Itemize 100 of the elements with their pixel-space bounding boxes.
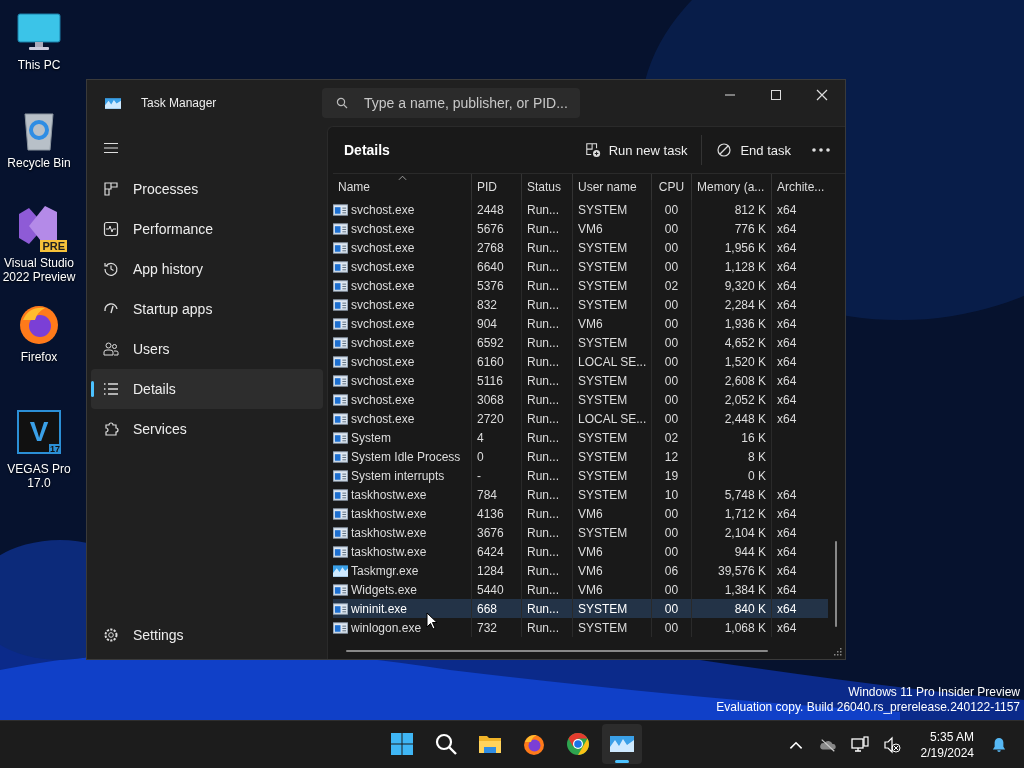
column-header[interactable]: User name bbox=[573, 174, 652, 200]
table-cell: 00 bbox=[664, 316, 679, 331]
table-cell: Run... bbox=[527, 563, 559, 578]
table-row[interactable]: svchost.exe 3068 Run... SYSTEM 00 2,052 K x64 bbox=[333, 390, 828, 409]
table-cell: 1,128 K bbox=[724, 259, 766, 274]
preview-badge: PRE bbox=[40, 240, 67, 252]
evaluation-notice: Windows 11 Pro Insider Preview bbox=[848, 685, 1020, 700]
table-cell: x64 bbox=[777, 392, 797, 407]
muted-speaker-icon[interactable] bbox=[882, 735, 901, 754]
table-row[interactable]: svchost.exe 5676 Run... VM6 00 776 K x64 bbox=[333, 219, 828, 238]
table-cell: 812 K bbox=[734, 202, 766, 217]
column-header[interactable]: Name bbox=[333, 174, 472, 200]
table-cell: taskhostw.exe bbox=[351, 506, 427, 521]
table-cell: SYSTEM bbox=[578, 430, 628, 445]
settings-item[interactable]: Settings bbox=[91, 615, 323, 655]
end-task-button[interactable]: End task bbox=[708, 136, 799, 164]
table-cell: Run... bbox=[527, 601, 559, 616]
nav-item[interactable]: Users bbox=[91, 329, 323, 369]
table-cell: 840 K bbox=[734, 601, 766, 616]
table-cell: x64 bbox=[777, 335, 797, 350]
column-header[interactable]: Memory (a... bbox=[692, 174, 772, 200]
desktop-icon-label[interactable]: Visual Studio 2022 Preview bbox=[1, 256, 77, 284]
table-cell: 00 bbox=[664, 202, 679, 217]
table-cell: wininit.exe bbox=[351, 601, 408, 616]
table-cell: 9,320 K bbox=[724, 278, 766, 293]
table-cell: svchost.exe bbox=[351, 202, 415, 217]
table-row[interactable]: svchost.exe 2768 Run... SYSTEM 00 1,956 K x64 bbox=[333, 238, 828, 257]
taskbar-button[interactable] bbox=[602, 724, 642, 764]
desktop-icon-label[interactable]: This PC bbox=[1, 58, 77, 72]
clock-date[interactable]: 2/19/2024 bbox=[920, 744, 974, 761]
table-cell: 5116 bbox=[477, 373, 503, 388]
nav-item[interactable]: Details bbox=[91, 369, 323, 409]
table-row[interactable]: System Idle Process 0 Run... SYSTEM 12 8 K bbox=[333, 447, 828, 466]
column-header[interactable]: Status bbox=[522, 174, 573, 200]
table-row[interactable]: svchost.exe 2720 Run... LOCAL SE... 00 2,448 K x64 bbox=[333, 409, 828, 428]
table-row[interactable]: svchost.exe 5376 Run... SYSTEM 02 9,320 K x64 bbox=[333, 276, 828, 295]
table-cell: svchost.exe bbox=[351, 316, 415, 331]
horizontal-scrollbar-thumb[interactable] bbox=[346, 650, 768, 652]
run-new-task-button[interactable]: Run new task bbox=[576, 136, 696, 164]
table-cell: 00 bbox=[664, 221, 679, 236]
nav-item[interactable]: App history bbox=[91, 249, 323, 289]
table-cell: SYSTEM bbox=[578, 601, 628, 616]
window-icon bbox=[333, 241, 348, 254]
search-icon bbox=[434, 732, 458, 756]
clock-time[interactable]: 5:35 AM bbox=[929, 728, 974, 745]
table-row[interactable]: taskhostw.exe 784 Run... SYSTEM 10 5,748 K x64 bbox=[333, 485, 828, 504]
network-icon[interactable] bbox=[850, 735, 869, 754]
menu-icon[interactable] bbox=[103, 142, 119, 154]
table-cell: Taskmgr.exe bbox=[351, 563, 419, 578]
mouse-cursor-icon bbox=[426, 612, 438, 630]
table-row[interactable]: System interrupts - Run... SYSTEM 19 0 K bbox=[333, 466, 828, 485]
table-row[interactable]: svchost.exe 904 Run... VM6 00 1,936 K x64 bbox=[333, 314, 828, 333]
table-row[interactable]: svchost.exe 6592 Run... SYSTEM 00 4,652 K x64 bbox=[333, 333, 828, 352]
table-row[interactable]: wininit.exe 668 Run... SYSTEM 00 840 K x64 bbox=[333, 599, 828, 618]
search-field[interactable]: Type a name, publisher, or PID... bbox=[322, 88, 580, 118]
table-cell: VM6 bbox=[578, 506, 603, 521]
table-cell: svchost.exe bbox=[351, 411, 415, 426]
table-row[interactable]: svchost.exe 2448 Run... SYSTEM 00 812 K x64 bbox=[333, 200, 828, 219]
table-row[interactable]: taskhostw.exe 4136 Run... VM6 00 1,712 K x64 bbox=[333, 504, 828, 523]
pulse-icon bbox=[103, 221, 119, 237]
resize-grip-icon[interactable] bbox=[833, 647, 843, 657]
nav-item[interactable]: Performance bbox=[91, 209, 323, 249]
table-cell: 2,608 K bbox=[724, 373, 766, 388]
table-cell: 00 bbox=[664, 601, 679, 616]
window-icon bbox=[333, 412, 348, 425]
table-row[interactable]: svchost.exe 6640 Run... SYSTEM 00 1,128 K x64 bbox=[333, 257, 828, 276]
window-icon bbox=[333, 317, 348, 330]
column-header[interactable]: Archite... bbox=[772, 174, 828, 200]
vegas-logo[interactable]: V 17 bbox=[17, 410, 61, 454]
table-cell: svchost.exe bbox=[351, 392, 415, 407]
table-cell: 4 bbox=[477, 430, 484, 445]
table-cell: 2,052 K bbox=[724, 392, 766, 407]
table-row[interactable]: svchost.exe 832 Run... SYSTEM 00 2,284 K x64 bbox=[333, 295, 828, 314]
nav-item[interactable]: Startup apps bbox=[91, 289, 323, 329]
table-row[interactable]: taskhostw.exe 6424 Run... VM6 00 944 K x64 bbox=[333, 542, 828, 561]
table-cell: Run... bbox=[527, 335, 559, 350]
table-cell: 00 bbox=[664, 373, 679, 388]
table-row[interactable]: System 4 Run... SYSTEM 02 16 K bbox=[333, 428, 828, 447]
nav-item[interactable]: Processes bbox=[91, 169, 323, 209]
desktop-icon-label[interactable]: Recycle Bin bbox=[1, 156, 77, 170]
column-header[interactable]: PID bbox=[472, 174, 522, 200]
table-cell: taskhostw.exe bbox=[351, 544, 427, 559]
table-cell: 10 bbox=[664, 487, 679, 502]
bell-icon[interactable] bbox=[992, 736, 1006, 753]
desktop-icon-label[interactable]: VEGAS Pro 17.0 bbox=[1, 462, 77, 490]
table-cell: 6424 bbox=[477, 544, 504, 559]
table-cell: 3068 bbox=[477, 392, 504, 407]
desktop-icon-label[interactable]: Firefox bbox=[1, 350, 77, 364]
table-cell: 00 bbox=[664, 544, 679, 559]
table-row[interactable]: svchost.exe 6160 Run... LOCAL SE... 00 1,520 K x64 bbox=[333, 352, 828, 371]
nav-item[interactable]: Services bbox=[91, 409, 323, 449]
table-row[interactable]: Taskmgr.exe 1284 Run... VM6 06 39,576 K x64 bbox=[333, 561, 828, 580]
table-row[interactable]: taskhostw.exe 3676 Run... SYSTEM 00 2,104 K x64 bbox=[333, 523, 828, 542]
table-row[interactable]: svchost.exe 5116 Run... SYSTEM 00 2,608 K x64 bbox=[333, 371, 828, 390]
history-icon bbox=[103, 261, 119, 277]
column-header[interactable]: CPU bbox=[652, 174, 692, 200]
vertical-scrollbar-thumb[interactable] bbox=[835, 541, 837, 627]
table-cell: x64 bbox=[777, 487, 797, 502]
table-cell: SYSTEM bbox=[578, 259, 628, 274]
table-cell: 00 bbox=[664, 259, 679, 274]
